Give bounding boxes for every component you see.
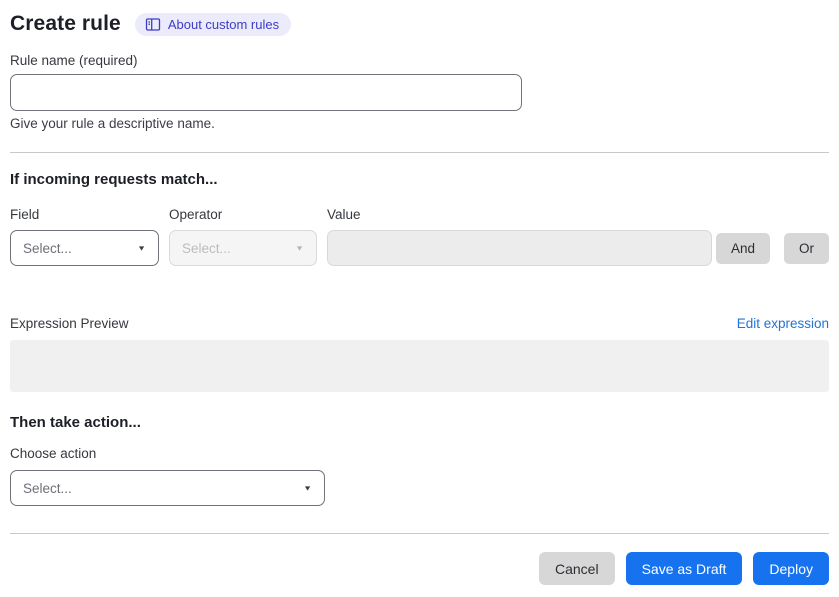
action-section-heading: Then take action...: [10, 414, 141, 431]
save-as-draft-button[interactable]: Save as Draft: [625, 552, 743, 585]
chevron-down-icon: ▼: [137, 244, 146, 252]
book-icon: [145, 17, 161, 32]
header: Create rule About custom rules: [10, 10, 829, 38]
choose-action-placeholder: Select...: [23, 480, 72, 496]
expression-preview-label: Expression Preview: [10, 316, 129, 331]
field-select-placeholder: Select...: [23, 240, 72, 256]
match-column-labels: Field Operator Value: [10, 207, 829, 224]
cancel-button[interactable]: Cancel: [538, 552, 615, 585]
rule-name-helper-text: Give your rule a descriptive name.: [10, 116, 215, 131]
about-custom-rules-link[interactable]: About custom rules: [134, 12, 292, 36]
field-select[interactable]: Select... ▼: [10, 230, 159, 266]
chevron-down-icon: ▼: [303, 484, 312, 492]
rule-name-input[interactable]: [10, 74, 522, 111]
divider: [10, 152, 829, 153]
field-label: Field: [10, 207, 40, 222]
or-button[interactable]: Or: [784, 232, 829, 264]
create-rule-page: Create rule About custom rules Rule name…: [0, 0, 839, 597]
operator-label: Operator: [169, 207, 223, 222]
value-input[interactable]: [327, 230, 712, 266]
rule-name-label: Rule name (required): [10, 53, 138, 68]
divider: [10, 533, 829, 534]
and-button[interactable]: And: [715, 232, 770, 264]
choose-action-label: Choose action: [10, 446, 97, 461]
value-label: Value: [327, 207, 361, 222]
expression-preview-box: [10, 340, 829, 392]
choose-action-select[interactable]: Select... ▼: [10, 470, 325, 506]
chevron-down-icon: ▼: [295, 244, 304, 252]
and-or-group: And Or: [715, 232, 829, 264]
operator-select-placeholder: Select...: [182, 240, 231, 256]
deploy-button[interactable]: Deploy: [753, 552, 829, 585]
expression-preview-row: Expression Preview Edit expression: [10, 316, 829, 334]
page-title: Create rule: [10, 12, 121, 35]
footer-actions: Cancel Save as Draft Deploy: [10, 552, 829, 585]
match-section-heading: If incoming requests match...: [10, 171, 218, 188]
operator-select[interactable]: Select... ▼: [169, 230, 317, 266]
match-controls-row: Select... ▼ Select... ▼ And Or: [10, 230, 829, 266]
edit-expression-link[interactable]: Edit expression: [737, 316, 829, 331]
about-custom-rules-label: About custom rules: [167, 16, 280, 32]
